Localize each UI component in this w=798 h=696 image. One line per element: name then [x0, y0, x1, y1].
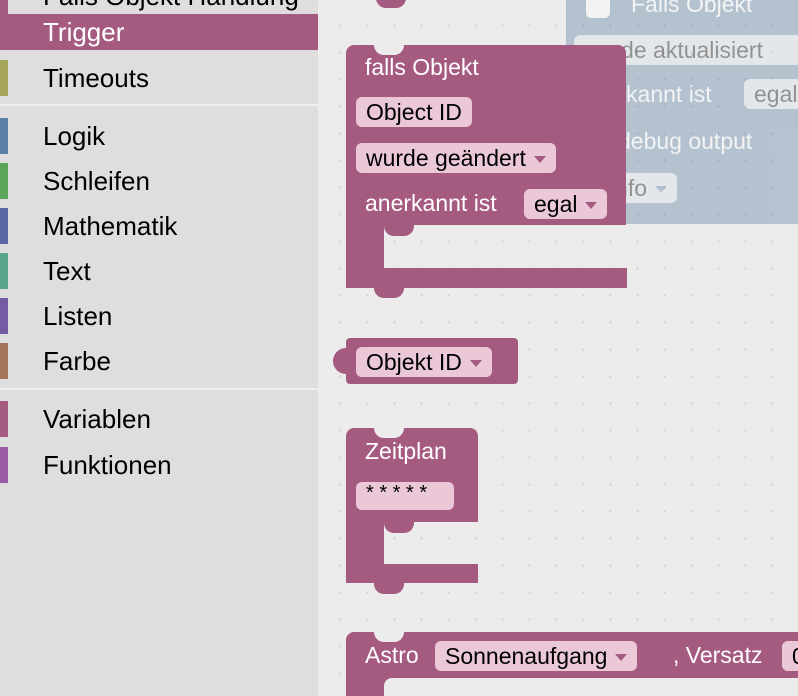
cron-field[interactable]: * * * * *: [356, 482, 454, 510]
category-color-swatch: [0, 14, 8, 50]
toolbox-item-logik[interactable]: Logik: [0, 118, 318, 154]
block-connector-bump: [374, 582, 404, 594]
category-color-swatch: [0, 163, 8, 199]
toolbox-item-mathematik[interactable]: Mathematik: [0, 208, 318, 244]
objekt-id-dropdown[interactable]: Objekt ID: [356, 347, 492, 377]
ack-label: anerkannt ist: [365, 190, 497, 216]
block-bottom-arm: [346, 564, 478, 583]
category-color-swatch: [0, 0, 8, 14]
category-color-swatch: [0, 447, 8, 483]
toolbox-item-label: Schleifen: [43, 166, 150, 196]
toolbox-item-label: Trigger: [43, 17, 125, 47]
block-title: Astro: [365, 642, 419, 668]
toolbox-separator: [0, 388, 318, 390]
event-dropdown[interactable]: wurde geändert: [356, 143, 556, 173]
toolbox-item-variablen[interactable]: Variablen: [0, 401, 318, 437]
ghost-block-debug-label: debug output: [618, 128, 753, 154]
output-connector: [333, 348, 347, 374]
object-id-field[interactable]: Object ID: [356, 97, 472, 127]
ghost-block-ack-dropdown: egal: [744, 79, 798, 109]
block-title: falls Objekt: [365, 54, 479, 80]
category-color-swatch: [0, 343, 8, 379]
toolbox: Falls Objekt Handlung Trigger Timeouts L…: [0, 0, 318, 696]
category-color-swatch: [0, 298, 8, 334]
offset-field[interactable]: 0: [782, 641, 798, 671]
category-color-swatch: [0, 401, 8, 437]
gear-icon: [586, 0, 610, 18]
toolbox-item-funktionen[interactable]: Funktionen: [0, 447, 318, 483]
ghost-block-title: Falls Objekt: [631, 0, 753, 17]
category-color-swatch: [0, 253, 8, 289]
toolbox-separator: [0, 104, 318, 106]
blockly-workspace[interactable]: Falls Objekt wurde aktualisiert anerkann…: [318, 0, 798, 696]
offset-label: , Versatz: [673, 642, 763, 668]
toolbox-item-timeouts[interactable]: Timeouts: [0, 60, 318, 96]
toolbox-item-trigger[interactable]: Trigger: [0, 14, 318, 50]
toolbox-item-label: Funktionen: [43, 450, 172, 480]
toolbox-item-falls-objekt-handlung[interactable]: Falls Objekt Handlung: [0, 0, 318, 14]
toolbox-item-farbe[interactable]: Farbe: [0, 343, 318, 379]
toolbox-item-label: Farbe: [43, 346, 111, 376]
block-connector-bump: [376, 0, 406, 8]
block-connector-bump: [374, 286, 404, 298]
category-color-swatch: [0, 60, 8, 96]
toolbox-item-label: Mathematik: [43, 211, 178, 241]
block-bottom-arm: [346, 268, 627, 288]
toolbox-item-label: Timeouts: [43, 63, 149, 93]
toolbox-item-label: Falls Objekt Handlung: [43, 0, 299, 14]
category-color-swatch: [0, 118, 8, 154]
ack-dropdown[interactable]: egal: [524, 189, 608, 219]
block-title: Zeitplan: [365, 438, 447, 464]
toolbox-item-schleifen[interactable]: Schleifen: [0, 163, 318, 199]
toolbox-item-label: Listen: [43, 301, 113, 331]
statement-input-bump: [384, 224, 414, 236]
statement-input-bump: [384, 521, 414, 533]
toolbox-item-label: Logik: [43, 121, 106, 151]
category-color-swatch: [0, 208, 8, 244]
statement-input-slot: [384, 678, 798, 696]
toolbox-item-label: Text: [43, 256, 91, 286]
toolbox-item-label: Variablen: [43, 404, 151, 434]
astro-event-dropdown[interactable]: Sonnenaufgang: [435, 641, 638, 671]
toolbox-item-listen[interactable]: Listen: [0, 298, 318, 334]
toolbox-item-text[interactable]: Text: [0, 253, 318, 289]
